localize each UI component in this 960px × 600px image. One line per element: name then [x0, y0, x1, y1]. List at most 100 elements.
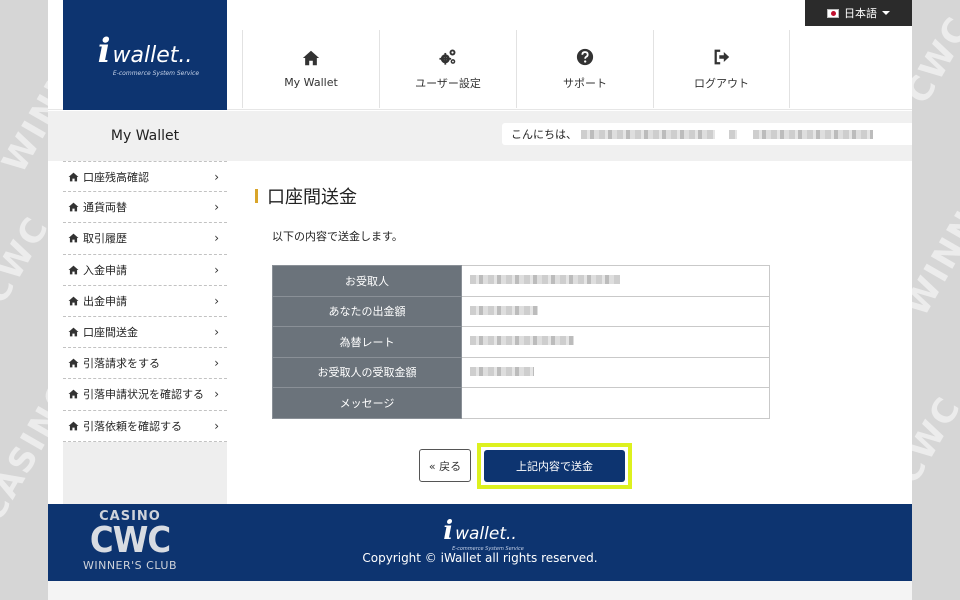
- home-icon: [68, 172, 79, 181]
- nav-my-wallet[interactable]: My Wallet: [242, 30, 379, 108]
- footer: CASINO CWC WINNER'S CLUB i wallet.. E-co…: [48, 504, 912, 581]
- watermark-band-left: WINNER'S CWC CASINO: [0, 0, 48, 600]
- sidebar-item-label: 引落申請状況を確認する: [83, 388, 204, 402]
- sub-bar: My Wallet こんにちは、: [48, 111, 912, 161]
- page: i wallet.. E-commerce System Service 日本語…: [48, 0, 912, 600]
- sidebar-item[interactable]: 引落請求をする ›: [63, 348, 227, 380]
- chevron-right-icon: ›: [214, 293, 219, 308]
- nav-label: My Wallet: [284, 76, 338, 89]
- chevron-right-icon: ›: [214, 169, 219, 184]
- row-label: メッセージ: [272, 387, 462, 419]
- intro-text: 以下の内容で送金します。: [272, 230, 403, 243]
- redacted-value: [470, 275, 620, 285]
- nav-label: ログアウト: [694, 76, 749, 90]
- page-title-text: 口座間送金: [267, 187, 357, 208]
- sidebar-item[interactable]: 引落依頼を確認する ›: [63, 411, 227, 442]
- nav-label: サポート: [563, 76, 607, 90]
- submit-transfer-button[interactable]: 上記内容で送金: [484, 450, 625, 482]
- title-accent-bar: [255, 189, 258, 203]
- sidebar-item-label: 口座残高確認: [83, 170, 149, 184]
- redacted-text: [729, 129, 737, 139]
- main-content: 口座間送金 以下の内容で送金します。 お受取人 あなたの出金額 為替レート お受…: [241, 161, 912, 504]
- home-icon: [68, 265, 79, 275]
- sidebar: 口座残高確認 › 通貨両替 › 取引履歴 › 入金申請 › 出金申請 › 口座間送金 › 引落請求をする…: [63, 161, 227, 504]
- sidebar-item-label: 引落請求をする: [83, 357, 160, 371]
- japan-flag-icon: [827, 8, 839, 18]
- sidebar-item-label: 通貨両替: [83, 201, 127, 215]
- table-row: お受取人: [272, 265, 770, 297]
- row-label: 為替レート: [272, 326, 462, 358]
- transfer-summary-table: お受取人 あなたの出金額 為替レート お受取人の受取金額 メッセージ: [272, 265, 770, 419]
- back-button[interactable]: « 戻る: [419, 449, 471, 482]
- chevron-right-icon: ›: [214, 418, 219, 433]
- language-selector[interactable]: 日本語: [805, 0, 912, 26]
- nav-support[interactable]: サポート: [516, 30, 653, 108]
- greeting-box: こんにちは、: [502, 123, 912, 145]
- table-row: メッセージ: [272, 387, 770, 419]
- home-icon: [68, 327, 79, 337]
- nav-logout[interactable]: ログアウト: [653, 30, 790, 108]
- table-row: あなたの出金額: [272, 295, 770, 327]
- section-title: My Wallet: [110, 128, 180, 144]
- row-label: あなたの出金額: [272, 295, 462, 327]
- redacted-value: [470, 336, 574, 346]
- home-icon: [68, 202, 79, 212]
- sidebar-item-label: 取引履歴: [83, 232, 127, 246]
- sidebar-item-label: 引落依頼を確認する: [83, 419, 182, 433]
- sidebar-item-label: 入金申請: [83, 263, 127, 277]
- row-value: [461, 356, 770, 388]
- page-title: 口座間送金: [255, 183, 357, 209]
- greeting-text: こんにちは、: [511, 128, 577, 141]
- home-icon: [68, 296, 79, 306]
- sidebar-item[interactable]: 入金申請 ›: [63, 255, 227, 286]
- home-icon: [68, 234, 79, 243]
- sidebar-item[interactable]: 取引履歴 ›: [63, 223, 227, 255]
- sidebar-item-label: 口座間送金: [83, 326, 138, 340]
- row-label: お受取人: [272, 265, 462, 297]
- chevron-right-icon: ›: [214, 325, 219, 340]
- sidebar-item[interactable]: 通貨両替 ›: [63, 192, 227, 224]
- home-icon: [68, 358, 79, 368]
- sidebar-item[interactable]: 口座間送金 ›: [63, 317, 227, 349]
- chevron-right-icon: ›: [214, 262, 219, 277]
- table-row: お受取人の受取金額: [272, 356, 770, 388]
- chevron-right-icon: ›: [214, 387, 219, 402]
- question-icon: [576, 48, 594, 65]
- logo-text: wallet..: [112, 42, 193, 68]
- nav-label: ユーザー設定: [415, 76, 481, 90]
- sidebar-item[interactable]: 引落申請状況を確認する ›: [63, 379, 227, 411]
- logo-subtitle: E-commerce System Service: [112, 69, 200, 77]
- logo-i: i: [443, 516, 454, 546]
- row-value: [461, 387, 770, 419]
- home-icon: [68, 421, 79, 430]
- logout-icon: [714, 49, 729, 64]
- caret-down-icon: [882, 11, 890, 15]
- chevron-right-icon: ›: [214, 356, 219, 371]
- chevron-right-icon: ›: [214, 200, 219, 215]
- redacted-value: [470, 305, 538, 315]
- sidebar-item-label: 出金申請: [83, 294, 127, 308]
- nav-user-settings[interactable]: ユーザー設定: [379, 30, 516, 108]
- row-value: [461, 295, 770, 327]
- footer-logo: i wallet.. E-commerce System Service: [48, 518, 912, 552]
- row-value: [461, 326, 770, 358]
- redacted-value: [470, 366, 534, 376]
- main-nav: My Wallet ユーザー設定 サポート ログアウト: [242, 30, 790, 108]
- row-label: お受取人の受取金額: [272, 356, 462, 388]
- table-row: 為替レート: [272, 326, 770, 358]
- home-icon: [302, 50, 320, 66]
- row-value: [461, 265, 770, 297]
- iwallet-logo[interactable]: i wallet.. E-commerce System Service: [63, 0, 227, 110]
- copyright-text: Copyright © iWallet all rights reserved.: [362, 551, 598, 565]
- chevron-right-icon: ›: [214, 231, 219, 246]
- gears-icon: [439, 49, 456, 65]
- sidebar-item[interactable]: 出金申請 ›: [63, 286, 227, 317]
- submit-highlight-frame: 上記内容で送金: [477, 443, 632, 489]
- logo-i: i: [97, 30, 111, 71]
- sidebar-item[interactable]: 口座残高確認 ›: [63, 161, 227, 193]
- page-bottom-spacer: [48, 581, 912, 600]
- language-label: 日本語: [844, 7, 877, 20]
- redacted-text: [753, 129, 873, 139]
- logo-text: wallet..: [455, 524, 517, 544]
- redacted-username: [581, 129, 715, 139]
